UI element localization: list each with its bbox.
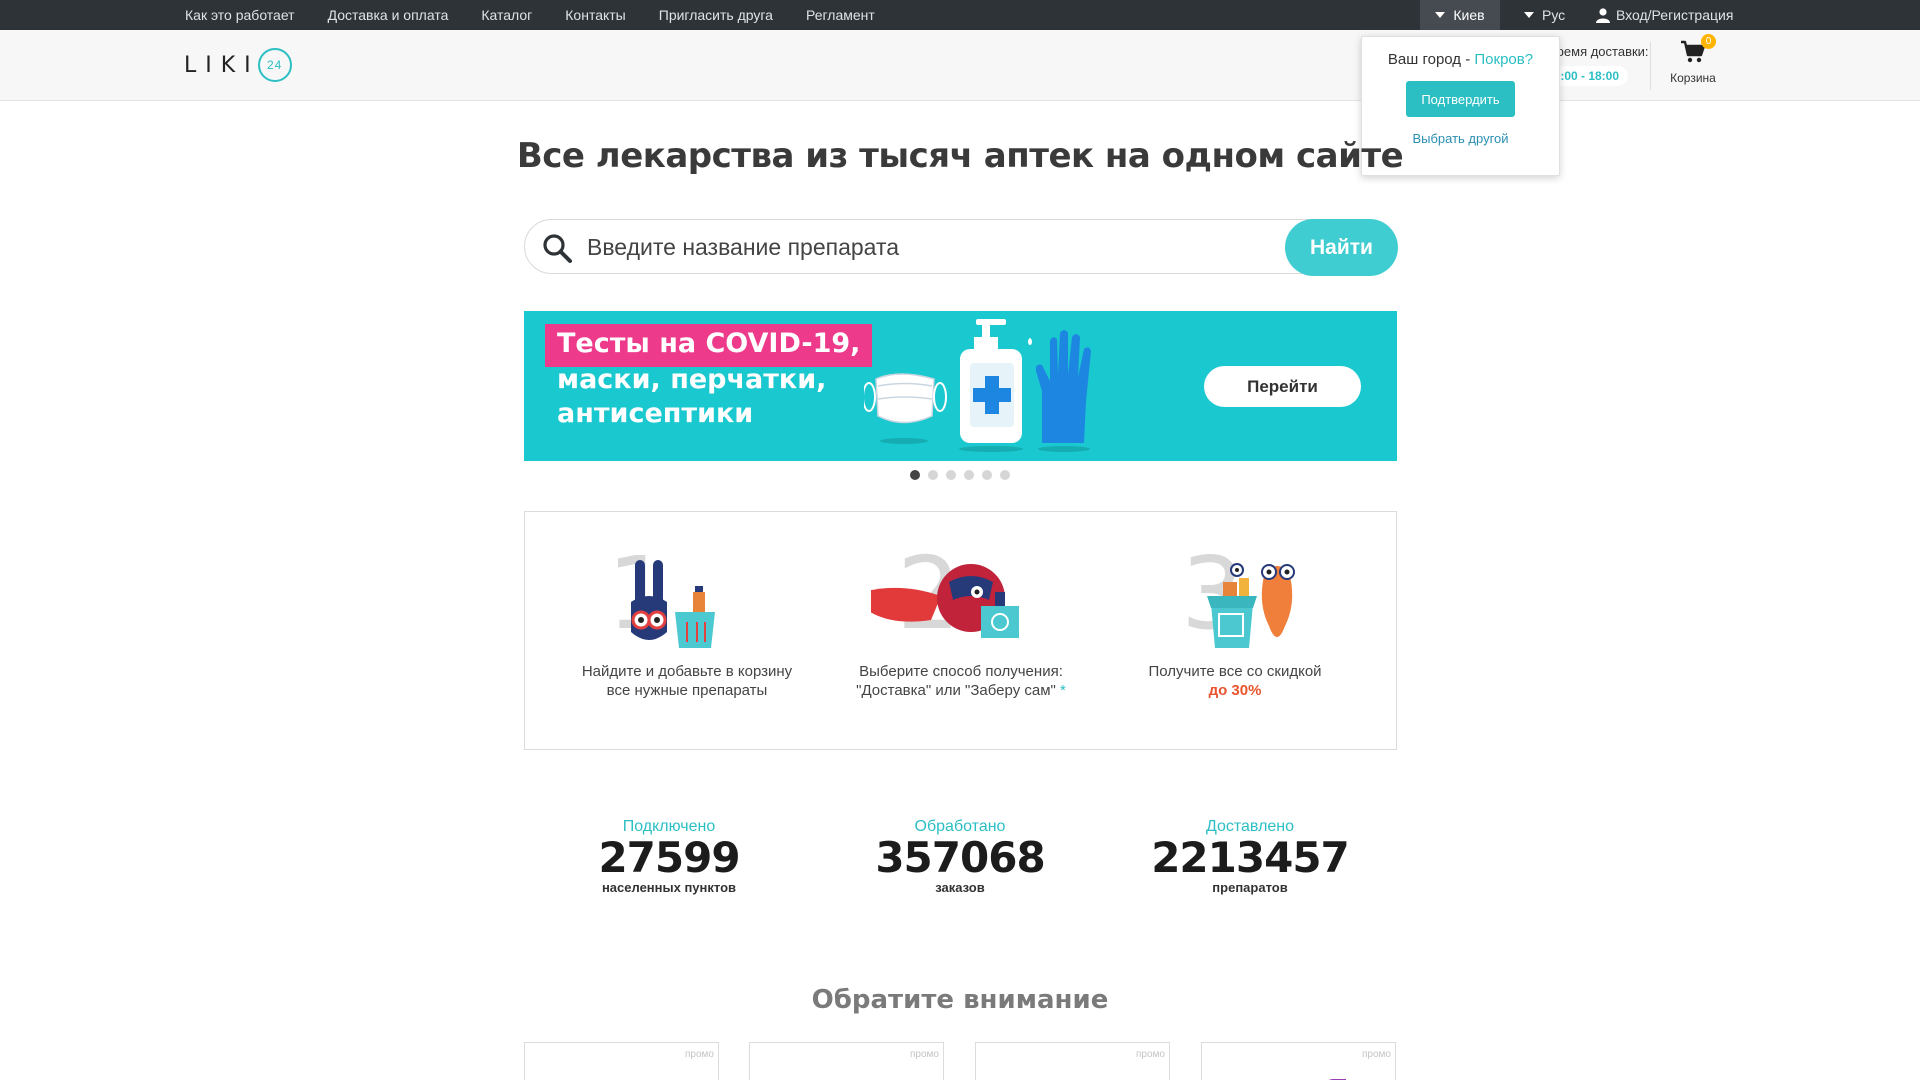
promo-product-card[interactable]: промо xyxy=(749,1042,944,1080)
stat-delivered: Доставлено 2213457 препаратов xyxy=(1130,818,1370,895)
cart-count-badge: 0 xyxy=(1701,34,1716,49)
delivery-label: Время доставки: xyxy=(1548,44,1649,59)
banner-headline: Тесты на COVID-19, xyxy=(545,324,873,367)
step-3: 3 Получите все со скидкой до 30% xyxy=(1105,544,1365,700)
stat-unit: заказов xyxy=(935,880,985,895)
promo-product-card[interactable]: промо xyxy=(524,1042,719,1080)
carousel-dots xyxy=(910,470,1010,480)
step-illustration: 2 xyxy=(871,544,1051,652)
promo-badge: промо xyxy=(1136,1049,1165,1060)
step-description: Выберите способ получения: "Доставка" ил… xyxy=(831,662,1091,700)
carousel-dot[interactable] xyxy=(1000,470,1010,480)
site-header: LIKI 24 Время доставки: 09:00 - 18:00 0 … xyxy=(0,30,1920,101)
nav-regulations[interactable]: Регламент xyxy=(806,7,875,23)
mask-icon xyxy=(864,373,947,444)
step-text-line: Получите все со скидкой xyxy=(1148,663,1322,680)
promo-badge: промо xyxy=(910,1049,939,1060)
glove-icon xyxy=(1035,330,1091,452)
banner-subline-1: маски, перчатки, xyxy=(557,364,827,395)
stat-processed: Обработано 357068 заказов xyxy=(840,818,1080,895)
product-image xyxy=(1326,1073,1346,1080)
step-text-line: "Доставка" или "Заберу сам" xyxy=(856,682,1056,699)
carousel-dot[interactable] xyxy=(910,470,920,480)
nav-invite-friend[interactable]: Пригласить друга xyxy=(659,7,773,23)
page-title: Все лекарства из тысяч аптек на одном са… xyxy=(516,136,1404,176)
stat-value: 2213457 xyxy=(1151,833,1350,882)
step-text-line: Найдите и добавьте в корзину xyxy=(581,663,793,680)
cart-label: Корзина xyxy=(1670,71,1716,85)
detected-city[interactable]: Покров? xyxy=(1474,51,1533,68)
search-bar: Найти xyxy=(524,219,1398,276)
login-link[interactable]: Вход/Регистрация xyxy=(1596,0,1733,30)
nav-delivery-payment[interactable]: Доставка и оплата xyxy=(328,7,449,23)
chevron-down-icon xyxy=(1524,12,1534,18)
carousel-dot[interactable] xyxy=(928,470,938,480)
stat-unit: препаратов xyxy=(1212,880,1288,895)
cart-icon: 0 xyxy=(1680,34,1716,66)
carousel-dot[interactable] xyxy=(964,470,974,480)
step-2: 2 Выберите способ получения: "Доставка" … xyxy=(831,544,1091,700)
step-1: 1 Найдите и добавьте в корзи xyxy=(557,544,817,700)
promo-badge: промо xyxy=(1362,1049,1391,1060)
banner-illustration xyxy=(864,319,1091,452)
how-it-works-steps: 1 Найдите и добавьте в корзи xyxy=(524,511,1397,750)
city-name: Киев xyxy=(1453,7,1485,23)
promo-product-card[interactable]: промо xyxy=(975,1042,1170,1080)
sanitizer-bottle-icon xyxy=(959,319,1032,452)
city-selector[interactable]: Киев xyxy=(1420,0,1500,30)
chevron-down-icon xyxy=(1435,12,1446,18)
step-illustration: 3 xyxy=(1145,544,1325,652)
language-name: Рус xyxy=(1542,7,1566,23)
user-icon xyxy=(1596,7,1610,23)
product-image xyxy=(990,1065,1120,1080)
logo-text: LIKI xyxy=(184,52,260,78)
step-description: Получите все со скидкой до 30% xyxy=(1105,662,1365,700)
nav-contacts[interactable]: Контакты xyxy=(565,7,625,23)
top-nav: Как это работает Доставка и оплата Катал… xyxy=(185,0,875,30)
footnote-star: * xyxy=(1060,682,1066,699)
search-icon xyxy=(543,234,572,263)
logo-badge: 24 xyxy=(257,48,292,82)
login-label: Вход/Регистрация xyxy=(1616,7,1734,23)
promo-badge: промо xyxy=(685,1049,714,1060)
step-illustration: 1 xyxy=(597,544,777,652)
step-text-line: все нужные препараты xyxy=(606,682,768,699)
step-text-line: Выберите способ получения: xyxy=(859,663,1063,680)
logo[interactable]: LIKI 24 xyxy=(184,48,292,82)
search-input[interactable] xyxy=(587,230,1277,264)
top-bar: Как это работает Доставка и оплата Катал… xyxy=(0,0,1920,30)
banner-go-button[interactable]: Перейти xyxy=(1204,366,1361,407)
carousel-dot[interactable] xyxy=(946,470,956,480)
carousel-dot[interactable] xyxy=(982,470,992,480)
stat-value: 27599 xyxy=(598,833,740,882)
cart-button[interactable]: 0 Корзина xyxy=(1668,34,1718,85)
product-image xyxy=(764,1065,894,1080)
product-image xyxy=(539,1065,669,1080)
stat-unit: населенных пунктов xyxy=(601,880,737,895)
nav-catalog[interactable]: Каталог xyxy=(481,7,532,23)
promo-product-card[interactable]: промо xyxy=(1201,1042,1396,1080)
step-description: Найдите и добавьте в корзину все нужные … xyxy=(557,662,817,700)
banner-subline-2: антисептики xyxy=(557,398,754,429)
stat-connected: Подключено 27599 населенных пунктов xyxy=(549,818,789,895)
discount-highlight: до 30% xyxy=(1208,682,1262,699)
nav-how-it-works[interactable]: Как это работает xyxy=(185,7,295,23)
search-button[interactable]: Найти xyxy=(1285,219,1398,276)
section-title-attention: Обратите внимание xyxy=(811,985,1109,1015)
divider xyxy=(1650,42,1651,90)
confirm-city-button[interactable]: Подтвердить xyxy=(1406,81,1515,117)
promo-banner[interactable]: Тесты на COVID-19, маски, перчатки, анти… xyxy=(524,311,1397,461)
language-selector[interactable]: Рус xyxy=(1524,0,1565,30)
city-question-text: Ваш город - xyxy=(1387,51,1475,68)
stat-value: 357068 xyxy=(875,833,1045,882)
city-question: Ваш город - Покров? xyxy=(1362,51,1559,68)
